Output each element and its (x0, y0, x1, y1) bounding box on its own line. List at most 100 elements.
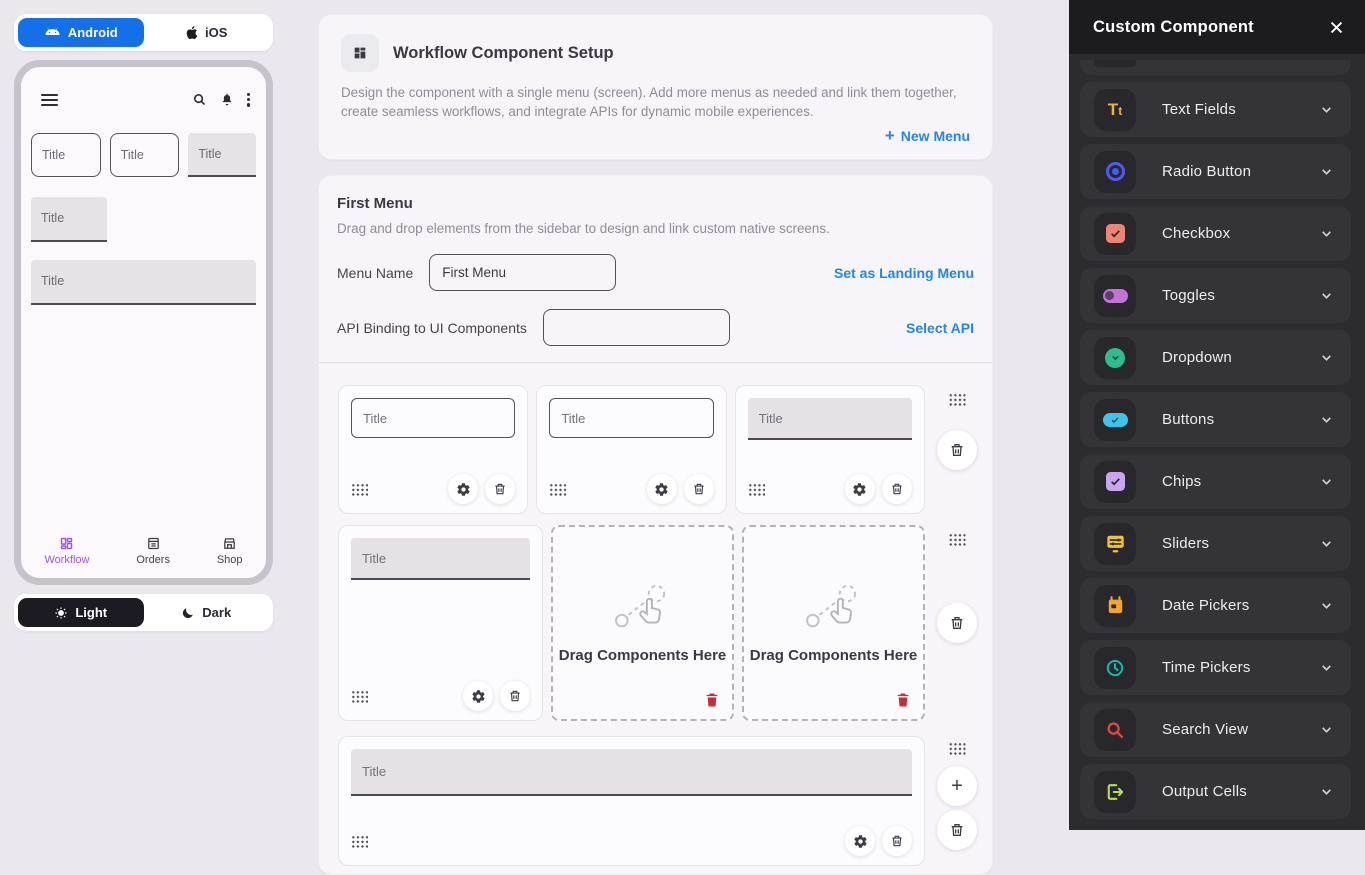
row-drag-handle-icon[interactable] (949, 533, 966, 546)
chevron-down-icon[interactable] (1320, 661, 1333, 674)
nav-item-workflow[interactable]: Workflow (44, 536, 89, 566)
api-binding-input[interactable] (543, 309, 730, 346)
drop-zone-text: Drag Components Here (559, 647, 727, 664)
chevron-down-icon[interactable] (1320, 165, 1333, 178)
component-title-input[interactable] (351, 749, 912, 796)
delete-button[interactable] (500, 681, 530, 711)
sidebar-header: Custom Component (1069, 0, 1365, 54)
component-title-input[interactable] (748, 398, 912, 440)
row-drag-handle-icon[interactable] (949, 742, 966, 755)
row-drag-handle-icon[interactable] (949, 393, 966, 406)
delete-button[interactable] (684, 474, 714, 504)
select-api-link[interactable]: Select API (906, 320, 974, 336)
component-grid-icon (341, 34, 379, 72)
row-controls: + (934, 736, 980, 866)
chevron-down-icon[interactable] (1320, 475, 1333, 488)
component-item-radio-button[interactable]: Radio Button (1080, 144, 1351, 199)
close-button[interactable] (1328, 19, 1345, 36)
phone-title-input-2[interactable] (110, 133, 180, 177)
settings-button[interactable] (845, 826, 875, 856)
plus-icon: + (951, 775, 963, 798)
dropdown-icon (1094, 337, 1136, 379)
chevron-down-icon[interactable] (1320, 785, 1333, 798)
light-label: Light (75, 605, 107, 620)
hamburger-menu-icon[interactable] (41, 91, 58, 109)
delete-button[interactable] (882, 826, 912, 856)
ios-button[interactable]: iOS (144, 18, 270, 47)
nav-item-orders[interactable]: Orders (136, 536, 170, 566)
component-title-input[interactable] (351, 398, 515, 438)
phone-title-input-5[interactable] (31, 260, 256, 305)
component-item-sliders[interactable]: Sliders (1080, 516, 1351, 571)
settings-button[interactable] (463, 681, 493, 711)
search-icon[interactable] (192, 92, 207, 107)
delete-button[interactable] (485, 474, 515, 504)
drop-zone[interactable]: Drag Components Here (742, 525, 925, 721)
chevron-down-icon[interactable] (1320, 413, 1333, 426)
phone-topbar (21, 67, 266, 109)
drag-drop-icon (611, 583, 675, 635)
component-item-time-pickers[interactable]: Time Pickers (1080, 640, 1351, 695)
drag-handle-icon[interactable] (549, 483, 566, 496)
component-item-checkbox[interactable]: Checkbox (1080, 206, 1351, 261)
chevron-down-icon[interactable] (1320, 103, 1333, 116)
set-landing-menu-link[interactable]: Set as Landing Menu (834, 265, 974, 281)
drag-handle-icon[interactable] (748, 483, 765, 496)
row-delete-button[interactable] (937, 603, 977, 643)
settings-button[interactable] (647, 474, 677, 504)
phone-title-input-3[interactable] (188, 133, 256, 177)
dark-theme-button[interactable]: Dark (144, 598, 270, 627)
chevron-down-icon[interactable] (1320, 289, 1333, 302)
apple-icon (185, 25, 198, 40)
component-item-dropdown[interactable]: Dropdown (1080, 330, 1351, 385)
chevron-down-icon[interactable] (1320, 537, 1333, 550)
phone-title-input-4[interactable] (31, 197, 107, 242)
api-binding-label: API Binding to UI Components (337, 320, 527, 336)
component-item-chips[interactable]: Chips (1080, 454, 1351, 509)
drop-zone[interactable]: Drag Components Here (551, 525, 734, 721)
drag-handle-icon[interactable] (351, 690, 368, 703)
component-card (735, 385, 925, 514)
component-title-input[interactable] (549, 398, 713, 438)
drop-zone-delete-button[interactable] (704, 691, 720, 711)
drag-handle-icon[interactable] (351, 835, 368, 848)
dark-label: Dark (202, 605, 231, 620)
sun-icon (54, 606, 68, 620)
chevron-down-icon[interactable] (1320, 723, 1333, 736)
settings-button[interactable] (845, 474, 875, 504)
chevron-down-icon[interactable] (1320, 227, 1333, 240)
chevron-down-icon[interactable] (1320, 599, 1333, 612)
nav-item-shop[interactable]: Shop (217, 536, 243, 566)
kebab-menu-icon[interactable] (247, 91, 250, 108)
menu-title: First Menu (337, 195, 974, 212)
component-item-text-fields[interactable]: Tt Text Fields (1080, 82, 1351, 137)
new-menu-button[interactable]: + New Menu (885, 127, 970, 144)
settings-button[interactable] (448, 474, 478, 504)
component-item-toggles[interactable]: Toggles (1080, 268, 1351, 323)
light-theme-button[interactable]: Light (18, 598, 144, 627)
bell-icon[interactable] (220, 92, 234, 107)
drag-handle-icon[interactable] (351, 483, 368, 496)
device-toggle: Android iOS (14, 14, 273, 51)
left-panel: Android iOS (14, 14, 273, 631)
menu-name-input[interactable] (429, 254, 616, 291)
phone-title-input-1[interactable] (31, 133, 101, 177)
delete-button[interactable] (882, 474, 912, 504)
component-title-input[interactable] (351, 538, 530, 580)
add-row-button[interactable]: + (937, 766, 977, 806)
orders-list-icon (146, 536, 161, 551)
nav-label: Shop (217, 554, 243, 566)
component-item-search-view[interactable]: Search View (1080, 702, 1351, 757)
row-delete-button[interactable] (937, 810, 977, 850)
workflow-grid-icon (59, 536, 74, 551)
chevron-down-icon[interactable] (1320, 351, 1333, 364)
component-item-date-pickers[interactable]: Date Pickers (1080, 578, 1351, 633)
menu-subtitle: Drag and drop elements from the sidebar … (337, 221, 974, 236)
component-item-buttons[interactable]: Buttons (1080, 392, 1351, 447)
row-delete-button[interactable] (937, 430, 977, 470)
phone-preview: Workflow Orders Shop (14, 60, 273, 585)
android-button[interactable]: Android (18, 18, 144, 47)
drop-zone-delete-button[interactable] (895, 691, 911, 711)
component-item-output-cells[interactable]: Output Cells (1080, 764, 1351, 819)
component-item-label: Checkbox (1162, 225, 1230, 242)
